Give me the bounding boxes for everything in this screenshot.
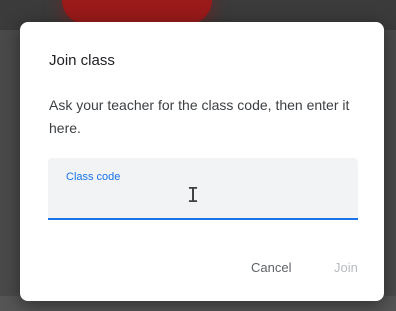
class-code-field[interactable]: Class code I [48, 158, 358, 220]
join-button[interactable]: Join [334, 260, 358, 275]
backdrop-banner-image [62, 0, 212, 24]
class-code-input[interactable] [66, 188, 336, 210]
class-code-label: Class code [66, 171, 121, 183]
text-cursor-icon: I [187, 183, 200, 207]
cancel-button[interactable]: Cancel [251, 260, 291, 275]
dialog-description: Ask your teacher for the class code, the… [49, 97, 350, 136]
join-class-dialog: Join class Ask your teacher for the clas… [20, 22, 384, 301]
dialog-title: Join class [49, 52, 115, 69]
